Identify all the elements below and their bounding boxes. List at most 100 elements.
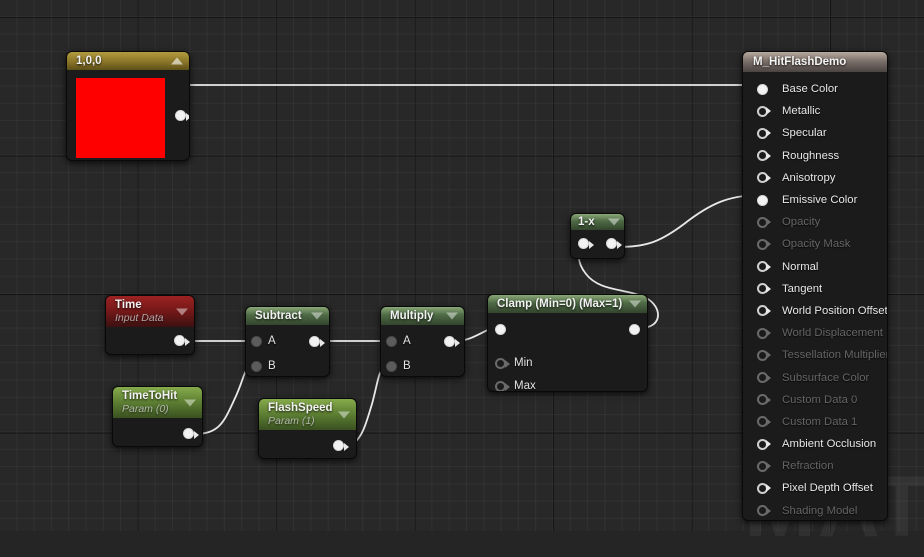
clamp-input-min-label: Min: [514, 357, 533, 369]
material-input-row: Tessellation Multiplier: [743, 344, 887, 366]
material-input-row: Anisotropy: [743, 167, 887, 189]
material-input-row: Opacity Mask: [743, 233, 887, 255]
node-material-header[interactable]: M_HitFlashDemo: [743, 52, 887, 72]
node-multiply[interactable]: Multiply A B: [380, 306, 465, 377]
time-output-arrow-icon: [185, 338, 190, 346]
node-flashspeed-header[interactable]: FlashSpeed Param (1): [259, 399, 356, 430]
time-output-pin[interactable]: [174, 335, 185, 346]
material-input-pin-wrap: [757, 460, 775, 472]
constant-color-swatch[interactable]: [75, 77, 166, 159]
material-input-arrow-icon: [766, 129, 771, 138]
material-input-arrow-icon: [766, 417, 771, 426]
node-constant-title: 1,0,0: [76, 55, 102, 67]
material-input-pin-wrap: [757, 105, 775, 117]
one-minus-output-pin[interactable]: [606, 238, 617, 249]
clamp-input-max-label: Max: [514, 380, 536, 392]
node-multiply-header[interactable]: Multiply: [381, 307, 464, 325]
material-input-pin-wrap: [757, 482, 775, 494]
material-input-label: Normal: [782, 260, 819, 273]
clamp-output-pin[interactable]: [629, 324, 640, 335]
node-flashspeed[interactable]: FlashSpeed Param (1): [258, 398, 357, 459]
material-input-row: Metallic: [743, 100, 887, 122]
node-one-minus[interactable]: 1-x: [570, 213, 625, 259]
material-input-pin-wrap: [757, 283, 775, 295]
material-input-row: Opacity: [743, 211, 887, 233]
material-input-list: Base Color Metallic Specular Roughness Aniso…: [743, 72, 887, 520]
node-time[interactable]: Time Input Data: [105, 295, 195, 355]
wire-oneminus-to-emissive: [617, 194, 758, 248]
node-one-minus-title: 1-x: [578, 216, 595, 228]
node-subtract-header[interactable]: Subtract: [246, 307, 329, 325]
material-input-pin-wrap: [757, 83, 775, 95]
subtract-input-b-label: B: [268, 360, 276, 372]
node-clamp-header[interactable]: Clamp (Min=0) (Max=1): [488, 295, 647, 313]
multiply-input-b-pin[interactable]: [386, 361, 397, 372]
material-input-pin[interactable]: [757, 83, 768, 95]
chevron-down-icon[interactable]: [629, 300, 641, 308]
timetohit-output-arrow-icon: [194, 431, 199, 439]
subtract-input-b-pin[interactable]: [251, 361, 262, 372]
multiply-input-b-label: B: [403, 360, 411, 372]
material-input-label: Ambient Occlusion: [782, 438, 877, 451]
material-input-arrow-icon: [766, 329, 771, 338]
material-input-pin-wrap: [757, 194, 775, 206]
chevron-down-icon[interactable]: [338, 411, 350, 418]
material-input-row: Roughness: [743, 145, 887, 167]
node-constant-color[interactable]: 1,0,0: [66, 51, 190, 161]
chevron-down-icon[interactable]: [176, 308, 188, 315]
material-input-pin[interactable]: [757, 194, 768, 206]
node-timetohit-header[interactable]: TimeToHit Param (0): [113, 387, 202, 418]
material-input-row: Pixel Depth Offset: [743, 477, 887, 499]
node-one-minus-header[interactable]: 1-x: [571, 214, 624, 230]
chevron-down-icon[interactable]: [608, 218, 620, 226]
chevron-down-icon[interactable]: [446, 312, 458, 320]
one-minus-input-arrow-icon: [589, 241, 594, 249]
node-clamp-title: Clamp (Min=0) (Max=1): [497, 298, 623, 310]
material-input-pin-wrap: [757, 349, 775, 361]
one-minus-input-pin[interactable]: [578, 238, 589, 249]
node-constant-header[interactable]: 1,0,0: [67, 52, 189, 70]
material-input-label: Custom Data 1: [782, 415, 858, 428]
node-clamp[interactable]: Clamp (Min=0) (Max=1) Min Max: [487, 294, 648, 392]
multiply-input-a-pin[interactable]: [386, 336, 397, 347]
chevron-down-icon[interactable]: [311, 312, 323, 320]
material-input-pin-wrap: [757, 172, 775, 184]
timetohit-output-pin[interactable]: [183, 428, 194, 439]
clamp-input-pin[interactable]: [495, 324, 506, 335]
material-input-label: Metallic: [782, 105, 821, 118]
chevron-up-icon[interactable]: [171, 57, 183, 65]
material-input-row: Refraction: [743, 455, 887, 477]
chevron-down-icon[interactable]: [184, 399, 196, 406]
material-input-label: Tangent: [782, 282, 823, 295]
node-subtract[interactable]: Subtract A B: [245, 306, 330, 377]
node-time-header[interactable]: Time Input Data: [106, 296, 194, 327]
material-input-pin-wrap: [757, 372, 775, 384]
multiply-input-a-label: A: [403, 335, 411, 347]
material-input-arrow-icon: [766, 351, 771, 360]
flashspeed-output-pin[interactable]: [333, 440, 344, 451]
material-input-label: Pixel Depth Offset: [782, 482, 873, 495]
material-input-arrow-icon: [766, 151, 771, 160]
material-input-row: World Position Offset: [743, 300, 887, 322]
subtract-input-a-pin[interactable]: [251, 336, 262, 347]
material-input-pin-wrap: [757, 150, 775, 162]
material-input-arrow-icon: [766, 262, 771, 271]
node-timetohit[interactable]: TimeToHit Param (0): [112, 386, 203, 447]
material-input-arrow-icon: [766, 284, 771, 293]
material-input-row: Specular: [743, 122, 887, 144]
material-input-pin-wrap: [757, 305, 775, 317]
one-minus-output-arrow-icon: [617, 241, 622, 249]
subtract-output-pin[interactable]: [309, 336, 320, 347]
node-material-output[interactable]: M_HitFlashDemo Base Color Metallic Specula…: [742, 51, 888, 521]
material-input-arrow-icon: [766, 462, 771, 471]
material-input-label: Refraction: [782, 460, 834, 473]
material-input-pin-wrap: [757, 216, 775, 228]
material-graph-canvas[interactable]: MAT 1,0,0 Time: [0, 0, 924, 555]
multiply-output-pin[interactable]: [444, 336, 455, 347]
material-input-label: Opacity Mask: [782, 238, 851, 251]
constant-output-pin[interactable]: [175, 110, 186, 121]
material-input-arrow-icon: [766, 173, 771, 182]
material-input-pin-wrap: [757, 438, 775, 450]
material-input-label: Anisotropy: [782, 171, 836, 184]
material-input-pin-wrap: [757, 261, 775, 273]
